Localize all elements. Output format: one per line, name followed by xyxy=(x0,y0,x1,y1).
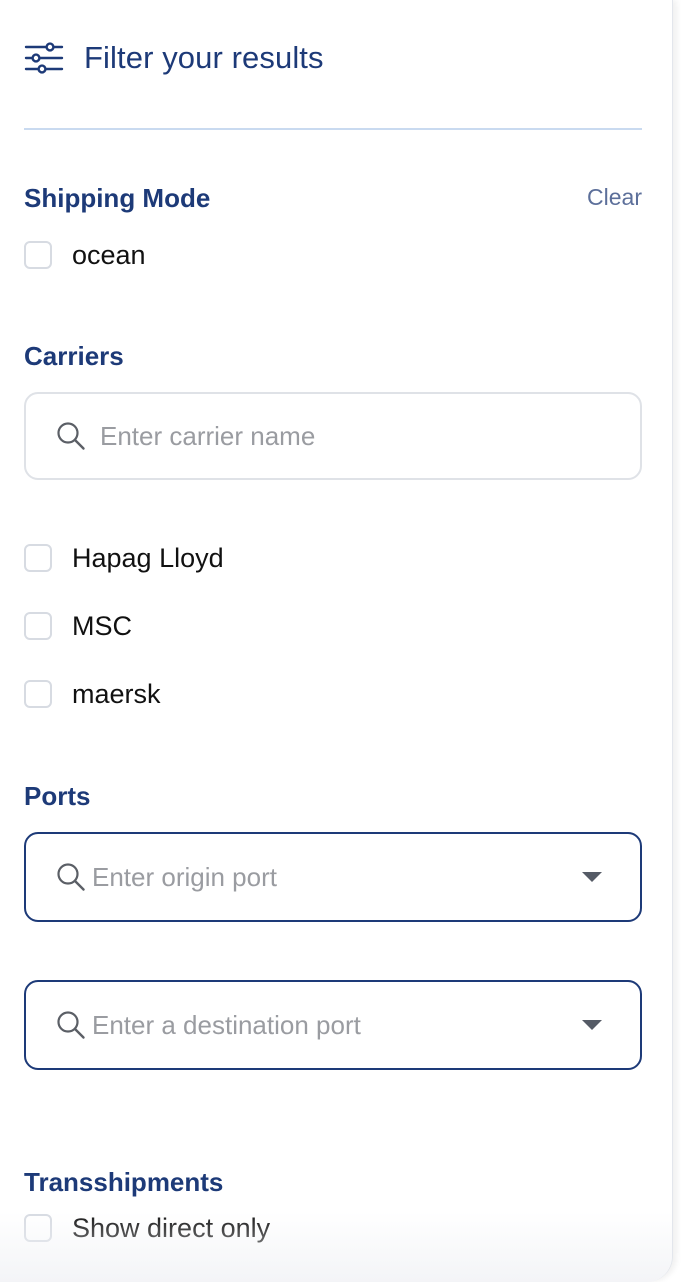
section-title-transshipments: Transshipments xyxy=(24,1167,224,1197)
checkbox-row-show-direct-only[interactable]: Show direct only xyxy=(24,1211,270,1245)
section-title-carriers: Carriers xyxy=(24,341,124,371)
search-icon xyxy=(57,422,85,450)
checkbox-row-hapag-lloyd[interactable]: Hapag Lloyd xyxy=(24,541,224,575)
checkbox-label-hapag-lloyd: Hapag Lloyd xyxy=(72,542,224,573)
checkbox-row-msc[interactable]: MSC xyxy=(24,609,132,643)
checkbox-row-ocean[interactable]: ocean xyxy=(24,238,146,272)
destination-port-select[interactable] xyxy=(24,980,642,1070)
sliders-icon xyxy=(24,42,64,74)
carrier-search-box[interactable] xyxy=(24,392,642,480)
section-title-ports: Ports xyxy=(24,781,91,811)
checkbox-label-show-direct-only: Show direct only xyxy=(72,1212,271,1243)
checkbox-label-msc: MSC xyxy=(72,610,132,641)
checkbox-label-ocean: ocean xyxy=(72,239,146,270)
checkbox-row-maersk[interactable]: maersk xyxy=(24,677,161,711)
clear-shipping-mode-link[interactable]: Clear xyxy=(587,184,642,211)
checkbox-ocean[interactable] xyxy=(24,241,52,269)
section-title-shipping-mode: Shipping Mode xyxy=(24,183,211,213)
checkbox-msc[interactable] xyxy=(24,612,52,640)
search-icon xyxy=(57,863,85,891)
checkbox-label-maersk: maersk xyxy=(72,678,161,709)
filter-header: Filter your results xyxy=(24,38,324,78)
destination-port-input[interactable] xyxy=(92,1009,582,1041)
filter-panel: Filter your results Shipping Mode Clear … xyxy=(0,0,673,1282)
chevron-down-icon[interactable] xyxy=(582,872,602,882)
chevron-down-icon[interactable] xyxy=(582,1020,602,1030)
filter-title: Filter your results xyxy=(84,40,324,75)
origin-port-select[interactable] xyxy=(24,832,642,922)
checkbox-show-direct-only[interactable] xyxy=(24,1214,52,1242)
search-icon xyxy=(57,1011,85,1039)
checkbox-maersk[interactable] xyxy=(24,680,52,708)
checkbox-hapag-lloyd[interactable] xyxy=(24,544,52,572)
carrier-search-input[interactable] xyxy=(100,420,640,452)
origin-port-input[interactable] xyxy=(92,861,582,893)
header-divider xyxy=(24,128,642,130)
